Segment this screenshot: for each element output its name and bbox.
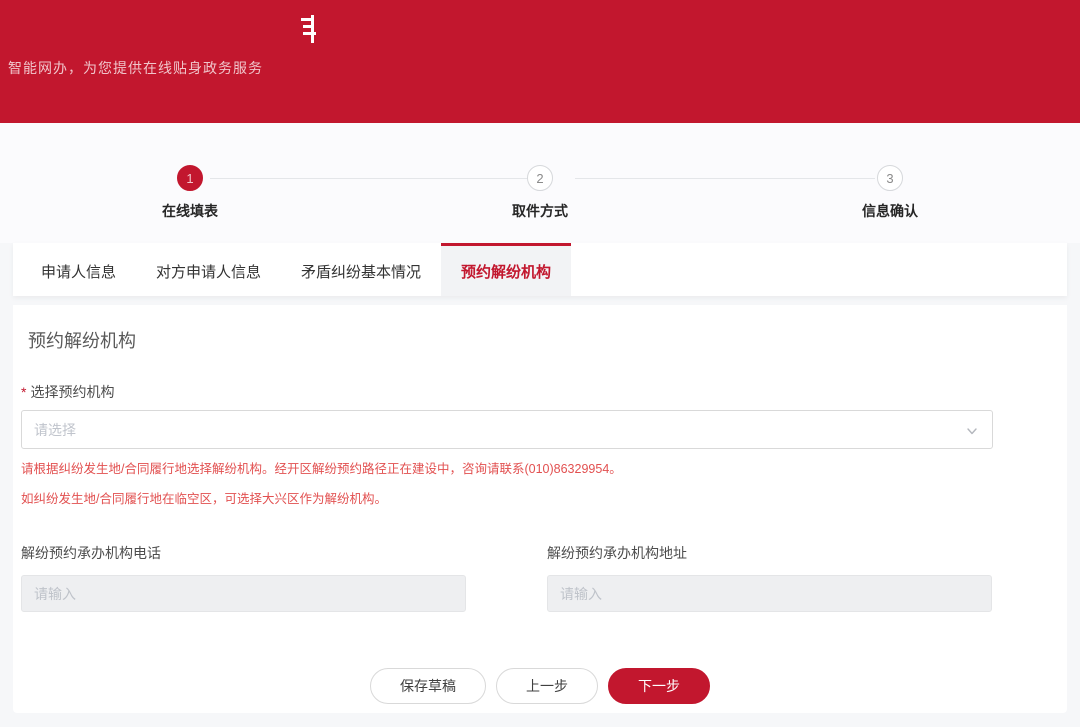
chevron-down-icon	[966, 424, 978, 436]
step-label: 在线填表	[162, 201, 218, 221]
phone-label: 解纷预约承办机构电话	[21, 543, 466, 563]
phone-input[interactable]	[21, 575, 466, 612]
step-connector	[210, 178, 528, 179]
logo-fragment-icon	[299, 13, 319, 45]
phone-field-group: 解纷预约承办机构电话	[21, 543, 466, 612]
form-tabbar: 申请人信息 对方申请人信息 矛盾纠纷基本情况 预约解纷机构	[13, 243, 1067, 296]
address-label: 解纷预约承办机构地址	[547, 543, 992, 563]
step-number-badge: 3	[877, 165, 903, 191]
step-info-confirm: 3 信息确认	[715, 165, 1065, 221]
tab-applicant-info[interactable]: 申请人信息	[21, 243, 136, 296]
section-title: 预约解纷机构	[28, 327, 1059, 353]
step-label: 信息确认	[862, 201, 918, 221]
required-asterisk: *	[21, 384, 26, 400]
step-label: 取件方式	[512, 201, 568, 221]
next-step-button[interactable]: 下一步	[608, 668, 710, 704]
step-pickup-method: 2 取件方式	[365, 165, 715, 221]
header-tagline: 智能网办，为您提供在线贴身政务服务	[8, 58, 263, 78]
tab-dispute-basic-info[interactable]: 矛盾纠纷基本情况	[281, 243, 441, 296]
step-number-badge: 2	[527, 165, 553, 191]
select-placeholder-text: 请选择	[34, 420, 76, 440]
stepper: 1 在线填表 2 取件方式 3 信息确认	[0, 123, 1080, 243]
step-connector	[575, 178, 875, 179]
footer-button-row: 保存草稿 上一步 下一步	[21, 668, 1059, 704]
save-draft-button[interactable]: 保存草稿	[370, 668, 486, 704]
address-input[interactable]	[547, 575, 992, 612]
page-header: 智能网办，为您提供在线贴身政务服务	[0, 0, 1080, 123]
previous-step-button[interactable]: 上一步	[496, 668, 598, 704]
step-online-form: 1 在线填表	[15, 165, 365, 221]
step-number-badge: 1	[177, 165, 203, 191]
select-org-label-row: *选择预约机构	[21, 382, 1059, 402]
reserve-org-select[interactable]: 请选择	[21, 410, 993, 449]
help-text-line1: 请根据纠纷发生地/合同履行地选择解纷机构。经开区解纷预约路径正在建设中，咨询请联…	[21, 459, 1059, 479]
tab-counterparty-info[interactable]: 对方申请人信息	[136, 243, 281, 296]
help-text-line2: 如纠纷发生地/合同履行地在临空区，可选择大兴区作为解纷机构。	[21, 489, 1059, 509]
form-panel: 预约解纷机构 *选择预约机构 请选择 请根据纠纷发生地/合同履行地选择解纷机构。…	[13, 305, 1067, 713]
tab-reserve-resolution-org[interactable]: 预约解纷机构	[441, 243, 571, 296]
address-field-group: 解纷预约承办机构地址	[547, 543, 992, 612]
select-org-label: 选择预约机构	[30, 384, 114, 400]
